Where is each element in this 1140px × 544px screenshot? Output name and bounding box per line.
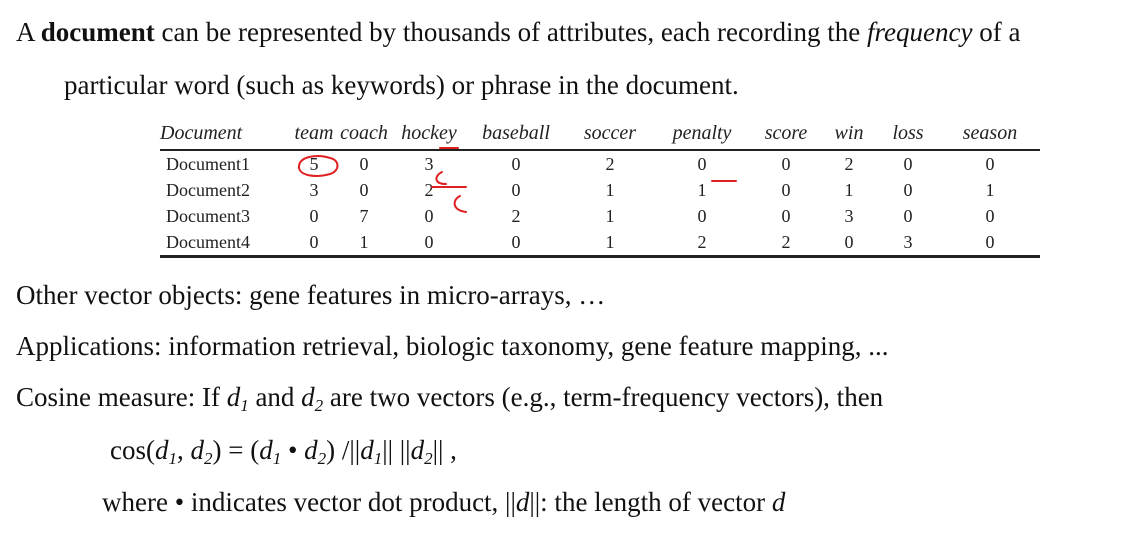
table-cell: 0 bbox=[309, 231, 319, 252]
table-cell: 2 bbox=[781, 231, 791, 252]
term-frequency-table: Document team coach hockey baseball soccer pen… bbox=[160, 120, 1040, 258]
table-cell: 0 bbox=[985, 205, 995, 226]
column-header-loss: loss bbox=[892, 122, 924, 144]
column-header-score: score bbox=[764, 122, 808, 144]
table-cell: 3 bbox=[903, 231, 913, 252]
table-cell: 1 bbox=[359, 231, 369, 252]
table-cell: 0 bbox=[511, 153, 521, 174]
table-cell: 0 bbox=[359, 179, 369, 200]
cosine-formula: cos(d1, d2) = (d1 • d2) /||d1|| ||d2|| , bbox=[110, 435, 457, 468]
table-cell: 0 bbox=[985, 153, 995, 174]
table-cell: 7 bbox=[359, 205, 369, 226]
table-cell: 0 bbox=[903, 205, 913, 226]
table-body: Document1 5 0 3 0 2 0 0 2 0 0 Document2 3 0 2 0 1 1 0 1 0 1 Do… bbox=[160, 150, 1040, 257]
table-cell: 5 bbox=[309, 153, 319, 174]
table-cell: 0 bbox=[697, 153, 707, 174]
applications-line: Applications: information retrieval, bio… bbox=[16, 331, 889, 361]
intro-line-2: particular word (such as keywords) or ph… bbox=[64, 70, 739, 100]
table-cell: 2 bbox=[424, 179, 434, 200]
table-cell: 3 bbox=[424, 153, 434, 174]
table-row: Document1 5 0 3 0 2 0 0 2 0 0 bbox=[160, 150, 1040, 177]
column-header-baseball: baseball bbox=[482, 122, 550, 144]
intro-line-1: A document can be represented by thousan… bbox=[16, 17, 1021, 47]
table-cell: 2 bbox=[605, 153, 615, 174]
row-label: Document3 bbox=[166, 205, 250, 226]
table-cell: 3 bbox=[844, 205, 854, 226]
table-cell: 1 bbox=[605, 205, 615, 226]
table-cell: 0 bbox=[903, 153, 913, 174]
row-label: Document2 bbox=[166, 179, 250, 200]
table-cell: 2 bbox=[697, 231, 707, 252]
row-label: Document1 bbox=[166, 153, 250, 174]
table-row: Document3 0 7 0 2 1 0 0 3 0 0 bbox=[160, 203, 1040, 229]
column-header-document: Document bbox=[160, 122, 243, 144]
column-header-coach: coach bbox=[340, 122, 388, 144]
table-cell: 0 bbox=[697, 205, 707, 226]
table-row: Document4 0 1 0 0 1 2 2 0 3 0 bbox=[160, 229, 1040, 257]
table-cell: 0 bbox=[309, 205, 319, 226]
table-cell: 1 bbox=[844, 179, 854, 200]
table-cell: 0 bbox=[781, 179, 791, 200]
table-cell: 0 bbox=[903, 179, 913, 200]
table-cell: 1 bbox=[605, 231, 615, 252]
table-cell: 1 bbox=[605, 179, 615, 200]
dot-product-note: where • indicates vector dot product, ||… bbox=[102, 487, 786, 517]
table-cell: 2 bbox=[844, 153, 854, 174]
bold-term-document: document bbox=[40, 17, 155, 47]
table-cell: 2 bbox=[511, 205, 521, 226]
table-cell: 0 bbox=[359, 153, 369, 174]
table-cell: 1 bbox=[985, 179, 995, 200]
other-vector-objects-line: Other vector objects: gene features in m… bbox=[16, 280, 606, 310]
table-cell: 0 bbox=[424, 205, 434, 226]
table-cell: 1 bbox=[697, 179, 707, 200]
italic-term-frequency: frequency bbox=[867, 17, 973, 47]
table-row: Document2 3 0 2 0 1 1 0 1 0 1 bbox=[160, 177, 1040, 203]
table-cell: 3 bbox=[309, 179, 319, 200]
table-cell: 0 bbox=[844, 231, 854, 252]
cosine-measure-line: Cosine measure: If d1 and d2 are two vec… bbox=[16, 382, 884, 415]
column-header-soccer: soccer bbox=[583, 122, 637, 144]
column-header-team: team bbox=[294, 122, 334, 144]
table-cell: 0 bbox=[985, 231, 995, 252]
column-header-season: season bbox=[962, 122, 1018, 144]
column-header-penalty: penalty bbox=[672, 122, 732, 144]
table-header-row: Document team coach hockey baseball soccer pen… bbox=[160, 120, 1040, 150]
table-cell: 0 bbox=[511, 179, 521, 200]
table-cell: 0 bbox=[424, 231, 434, 252]
column-header-hockey: hockey bbox=[401, 122, 457, 144]
table-cell: 0 bbox=[781, 205, 791, 226]
table-cell: 0 bbox=[781, 153, 791, 174]
table-cell: 0 bbox=[511, 231, 521, 252]
column-header-win: win bbox=[834, 122, 864, 144]
row-label: Document4 bbox=[166, 231, 250, 252]
